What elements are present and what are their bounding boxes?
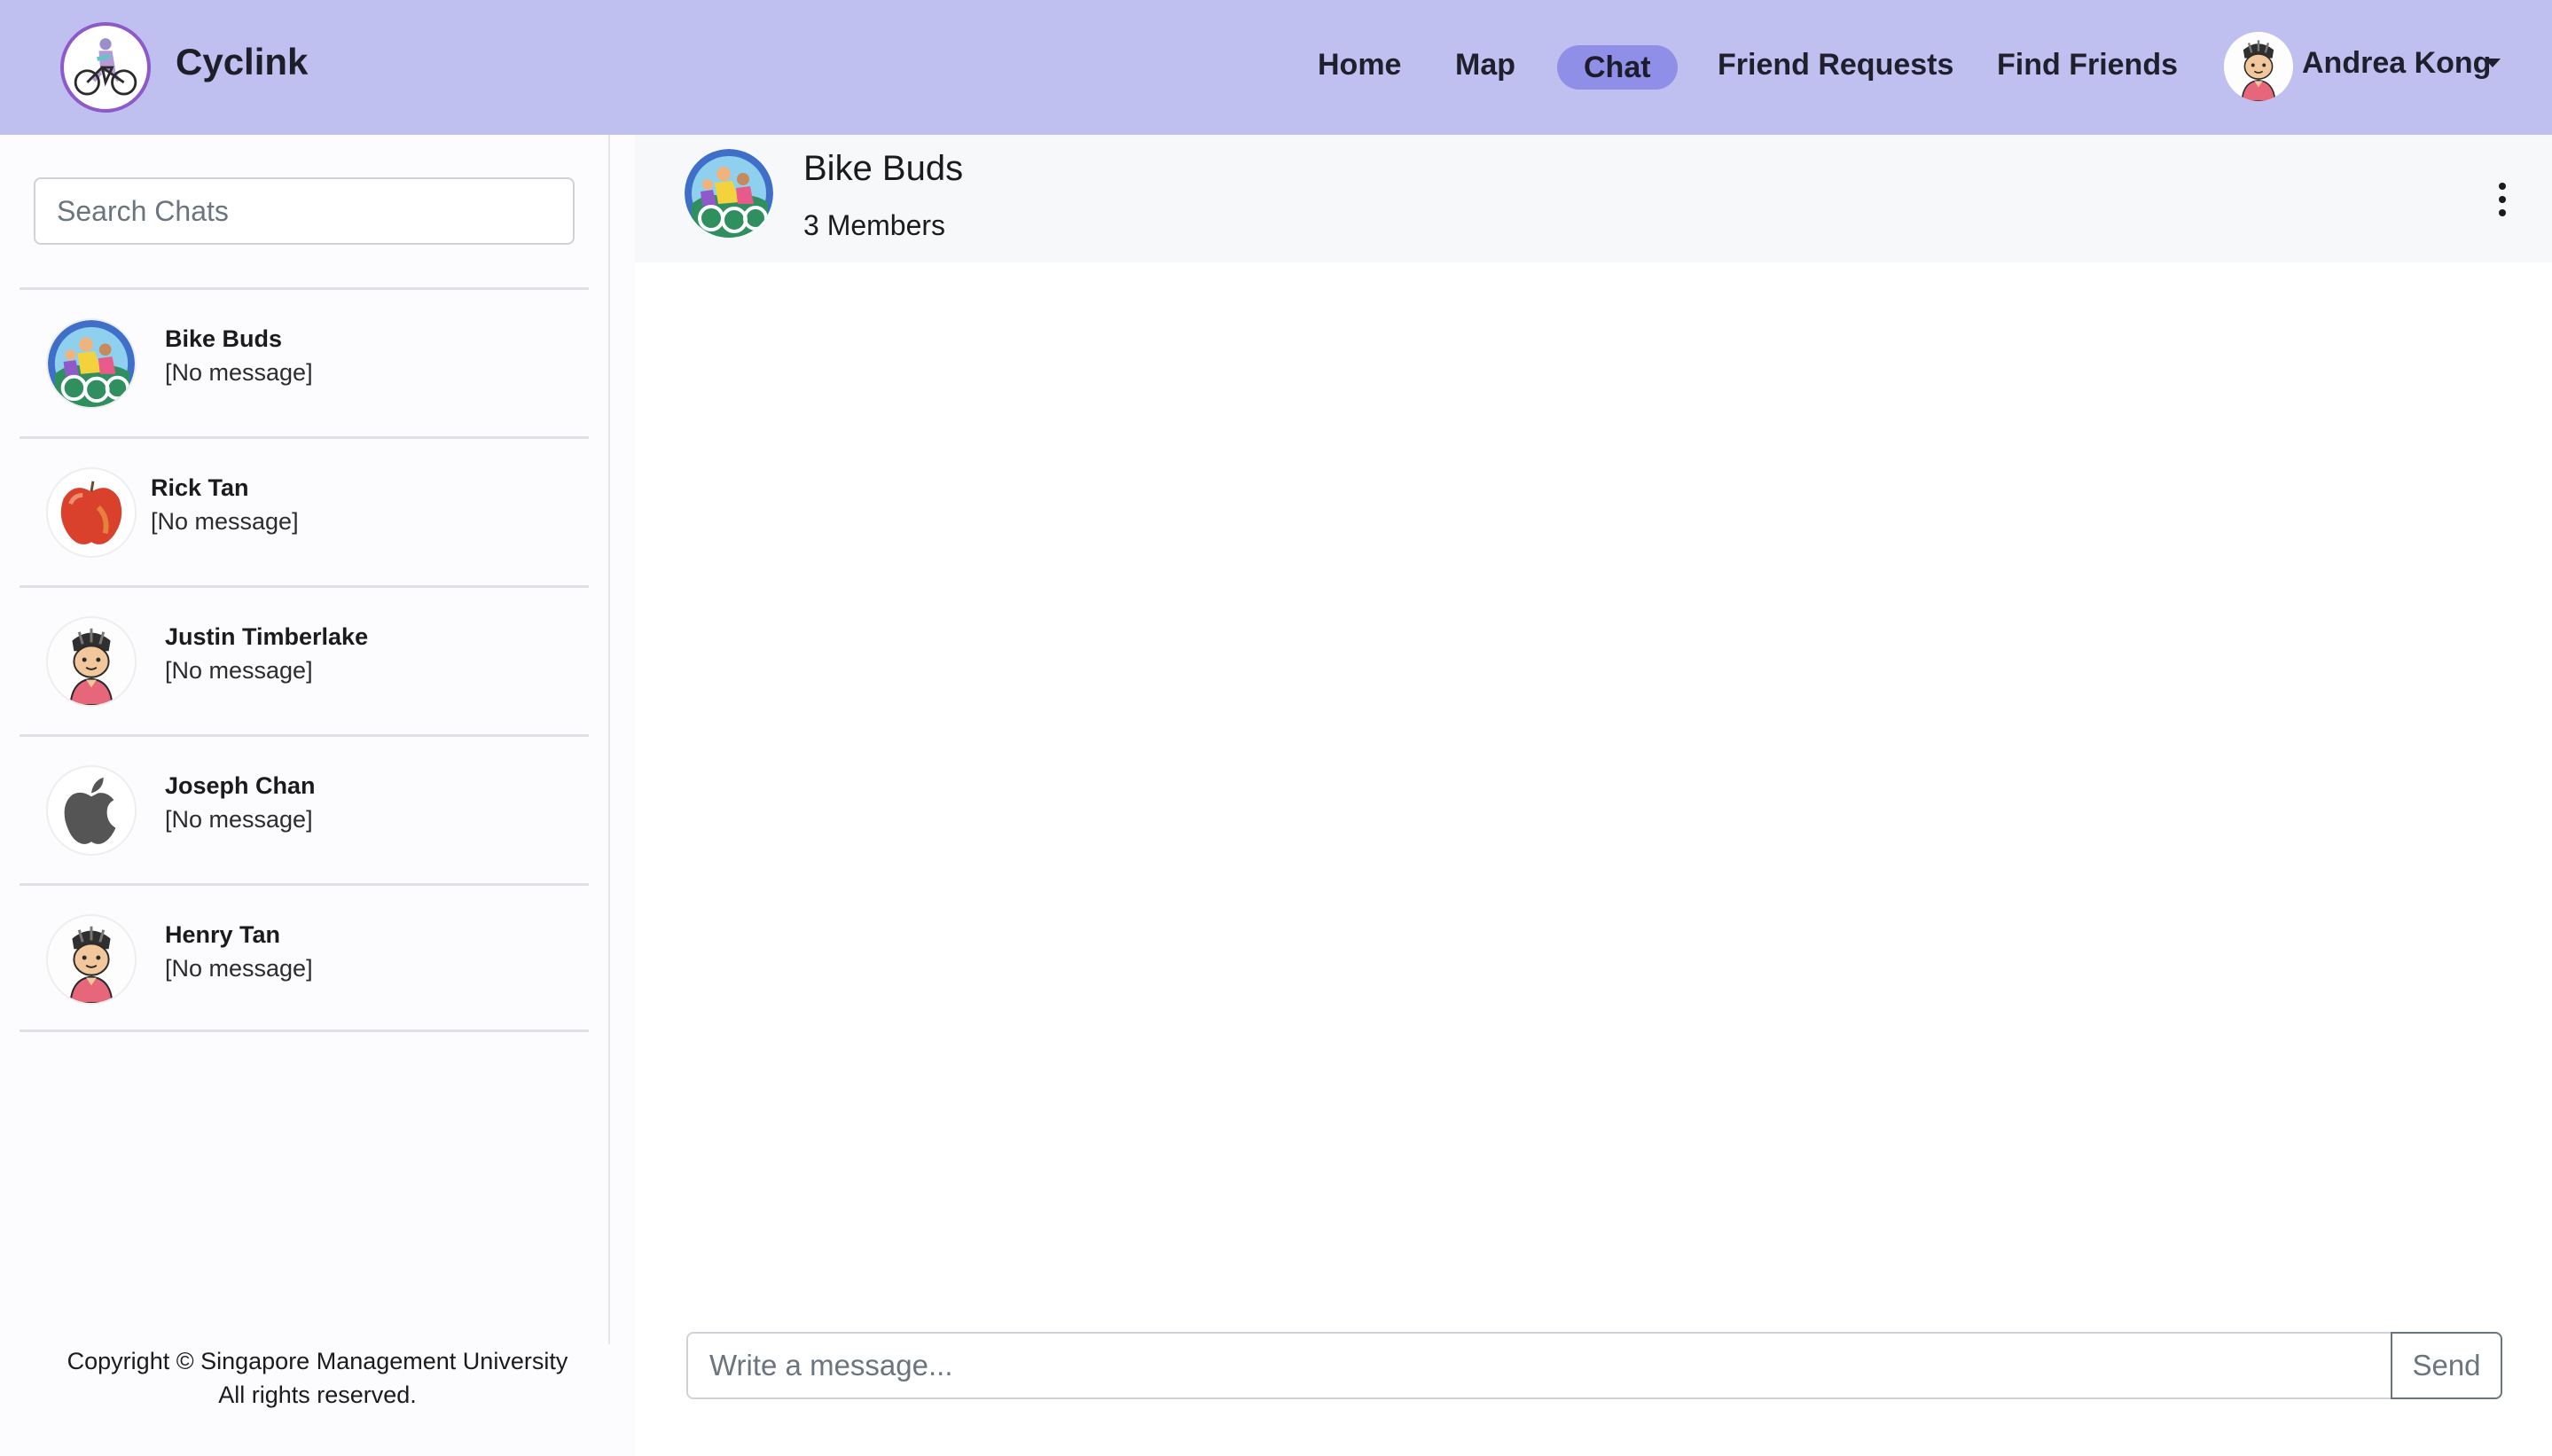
copyright-text: Copyright © Singapore Management Univers… xyxy=(67,1348,568,1374)
nav-find-friends[interactable]: Find Friends xyxy=(1997,48,2178,82)
nav-friend-requests[interactable]: Friend Requests xyxy=(1718,48,1953,82)
chat-preview: [No message] xyxy=(165,806,313,833)
chat-sidebar: Bike Buds [No message] Rick Tan [No mess… xyxy=(0,135,635,1456)
chat-list-item[interactable]: Justin Timberlake [No message] xyxy=(20,585,589,734)
chat-title: Bike Buds xyxy=(803,149,964,188)
chat-list-item[interactable]: Bike Buds [No message] xyxy=(20,287,589,436)
chevron-down-icon[interactable] xyxy=(2485,59,2501,67)
chat-name: Justin Timberlake xyxy=(165,623,369,650)
group-cyclists-avatar-icon xyxy=(685,149,773,238)
rights-text: All rights reserved. xyxy=(218,1382,417,1408)
cyclink-logo-icon[interactable] xyxy=(60,22,151,113)
member-count: 3 Members xyxy=(803,209,946,241)
footer: Copyright © Singapore Management Univers… xyxy=(0,1344,635,1412)
top-navbar: Cyclink Home Map Chat Friend Requests Fi… xyxy=(0,0,2552,135)
chat-name: Bike Buds xyxy=(165,325,283,352)
cyclist-helmet-avatar-icon xyxy=(46,616,137,707)
chat-list-item[interactable]: Joseph Chan [No message] xyxy=(20,734,589,883)
nav-home[interactable]: Home xyxy=(1318,48,1401,82)
group-cyclists-avatar-icon xyxy=(46,318,137,409)
chat-header: Bike Buds 3 Members xyxy=(635,135,2552,262)
chat-preview: [No message] xyxy=(165,955,313,982)
message-area xyxy=(635,262,2552,1300)
user-avatar[interactable] xyxy=(2224,32,2293,101)
sidebar-divider xyxy=(608,135,610,1348)
chat-name: Henry Tan xyxy=(165,921,281,948)
cyclist-helmet-avatar-icon xyxy=(46,914,137,1005)
message-composer: Send xyxy=(686,1332,2502,1399)
nav-chat[interactable]: Chat xyxy=(1557,45,1678,90)
chat-list-item[interactable]: Rick Tan [No message] xyxy=(20,436,589,585)
search-chats-input[interactable] xyxy=(34,177,575,245)
chat-list: Bike Buds [No message] Rick Tan [No mess… xyxy=(20,287,589,1032)
chat-preview: [No message] xyxy=(165,359,313,386)
nav-map[interactable]: Map xyxy=(1455,48,1515,82)
chat-preview: [No message] xyxy=(165,657,313,684)
kebab-menu-icon[interactable] xyxy=(2492,183,2513,218)
apple-logo-avatar-icon xyxy=(46,765,137,856)
apple-fruit-avatar-icon xyxy=(46,467,137,558)
chat-list-item[interactable]: Henry Tan [No message] xyxy=(20,883,589,1032)
message-input[interactable] xyxy=(686,1332,2392,1399)
app-name[interactable]: Cyclink xyxy=(176,41,308,83)
user-menu-toggle[interactable]: Andrea Kong xyxy=(2302,46,2491,81)
chat-preview: [No message] xyxy=(151,508,299,535)
send-button[interactable]: Send xyxy=(2391,1332,2502,1399)
chat-name: Joseph Chan xyxy=(165,772,316,799)
chat-name: Rick Tan xyxy=(151,474,249,501)
